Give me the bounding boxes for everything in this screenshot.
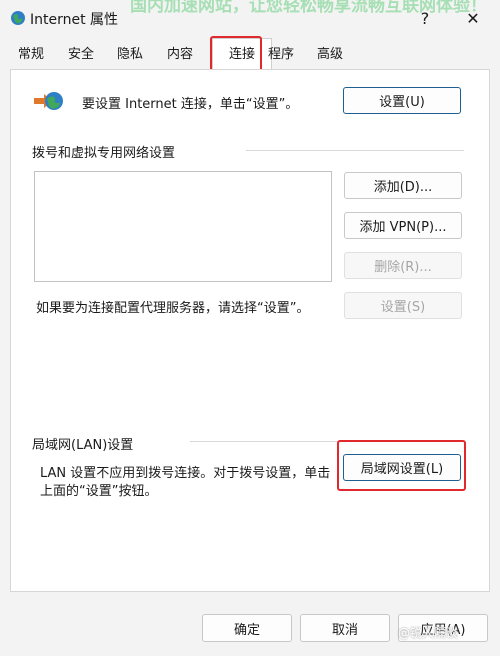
window-title: Internet 属性 xyxy=(30,12,119,28)
tab-content[interactable]: 内容 xyxy=(161,42,199,68)
connection-wizard-icon xyxy=(34,92,63,110)
close-button[interactable]: ✕ xyxy=(456,2,490,34)
proxy-description: 如果要为连接配置代理服务器，请选择“设置”。 xyxy=(36,301,310,316)
lan-description-line2: 上面的“设置”按钮。 xyxy=(40,484,158,499)
tab-privacy[interactable]: 隐私 xyxy=(111,42,149,68)
tab-advanced[interactable]: 高级 xyxy=(311,42,349,68)
cancel-button[interactable]: 取消 xyxy=(300,614,390,642)
lan-description-line1: LAN 设置不应用到拨号连接。对于拨号设置，单击 xyxy=(40,466,331,481)
setup-button[interactable]: 设置(U) xyxy=(343,87,461,114)
dialup-divider xyxy=(246,150,464,151)
tab-security[interactable]: 安全 xyxy=(62,42,100,68)
add-vpn-button[interactable]: 添加 VPN(P)... xyxy=(344,212,462,239)
ok-button[interactable]: 确定 xyxy=(202,614,292,642)
setup-description: 要设置 Internet 连接，单击“设置”。 xyxy=(82,97,299,112)
watermark-text: @锐人隔谈 xyxy=(398,626,459,640)
lan-heading: 局域网(LAN)设置 xyxy=(32,438,134,453)
connections-listbox[interactable] xyxy=(34,171,332,282)
tab-highlight-box xyxy=(210,36,262,72)
add-connection-button[interactable]: 添加(D)... xyxy=(344,172,462,199)
tab-programs[interactable]: 程序 xyxy=(262,42,300,68)
remove-connection-button[interactable]: 删除(R)... xyxy=(344,252,462,279)
internet-globe-icon xyxy=(11,11,25,25)
tab-general[interactable]: 常规 xyxy=(12,42,50,68)
lan-button-highlight-box xyxy=(337,440,466,491)
dialup-settings-button[interactable]: 设置(S) xyxy=(344,292,462,319)
help-button[interactable]: ? xyxy=(408,2,442,34)
dialup-heading: 拨号和虚拟专用网络设置 xyxy=(32,146,176,161)
